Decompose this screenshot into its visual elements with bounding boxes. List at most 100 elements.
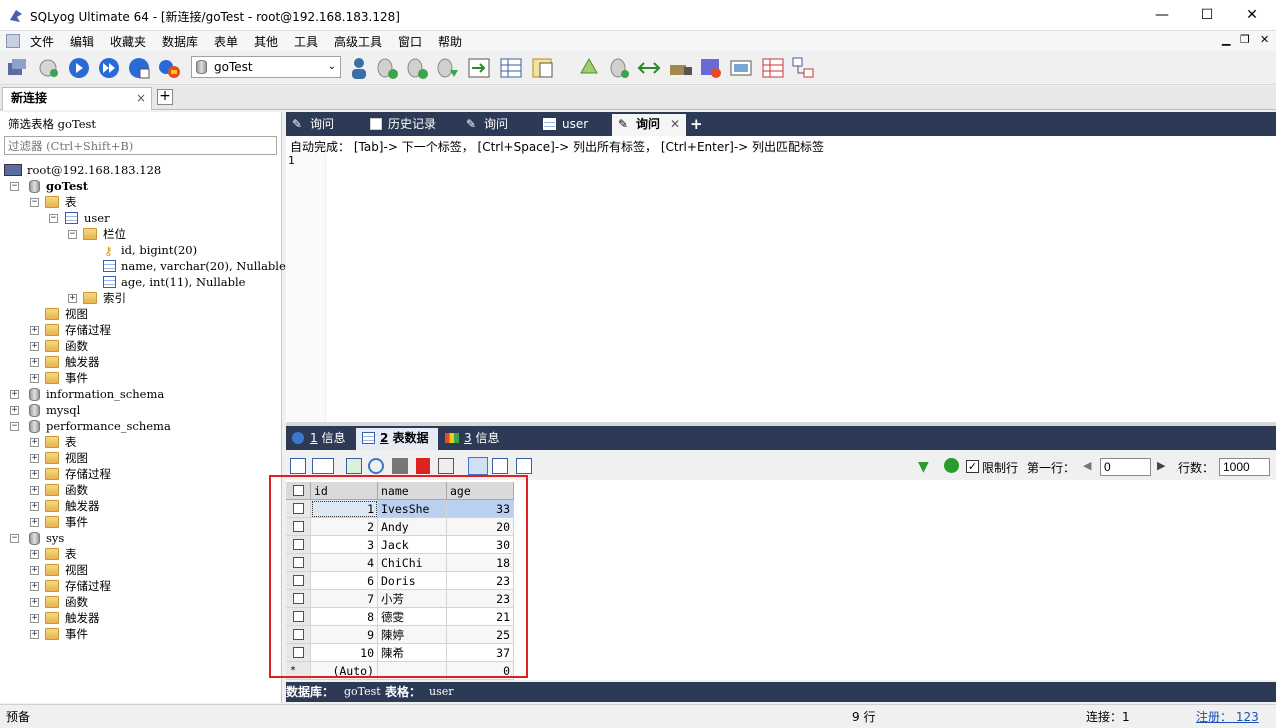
tab-query-active[interactable]: ✎ 询问 ✕	[612, 114, 686, 136]
tree-perf-triggers[interactable]: + 触发器	[0, 498, 282, 514]
mdi-minimize-icon[interactable]: ▁	[1222, 33, 1230, 46]
menu-file[interactable]: 文件	[30, 33, 54, 50]
menu-advanced-tools[interactable]: 高级工具	[334, 33, 382, 50]
table-data-icon[interactable]	[498, 55, 524, 81]
expand-icon[interactable]: +	[30, 358, 39, 367]
new-query-icon[interactable]	[36, 55, 62, 81]
stop-query-icon[interactable]	[156, 55, 182, 81]
tree-indexes-folder[interactable]: + 索引	[0, 290, 282, 306]
tab-user-table[interactable]: user	[538, 114, 610, 136]
menu-edit[interactable]: 编辑	[70, 33, 94, 50]
table-filter-input[interactable]	[4, 136, 277, 155]
expand-icon[interactable]: +	[30, 582, 39, 591]
tab-messages-1[interactable]: 1 信息	[286, 428, 354, 450]
tree-db-sys[interactable]: − sys	[0, 530, 282, 546]
next-page-button[interactable]: ▶	[1157, 459, 1171, 475]
tree-funcs-folder[interactable]: + 函数	[0, 338, 282, 354]
grid-view-icon[interactable]	[468, 457, 488, 475]
import-icon[interactable]	[466, 55, 492, 81]
sql-editor[interactable]	[286, 136, 1276, 422]
expand-icon[interactable]: +	[30, 326, 39, 335]
expand-icon[interactable]: +	[30, 342, 39, 351]
tree-sys-tables[interactable]: + 表	[0, 546, 282, 562]
tab-table-data[interactable]: 2 表数据	[356, 428, 438, 450]
tree-sys-events[interactable]: + 事件	[0, 626, 282, 642]
collapse-icon[interactable]: −	[68, 230, 77, 239]
refresh-data-icon[interactable]	[368, 458, 384, 474]
expand-icon[interactable]: +	[30, 374, 39, 383]
backup-icon[interactable]	[434, 55, 460, 81]
refresh-icon[interactable]	[944, 458, 959, 473]
tree-events-folder[interactable]: + 事件	[0, 370, 282, 386]
expand-icon[interactable]: +	[30, 566, 39, 575]
register-link[interactable]: 注册： 123	[1196, 705, 1259, 728]
form-view-icon[interactable]	[492, 458, 508, 474]
tab-history[interactable]: 历史记录	[364, 114, 460, 136]
tree-procs-folder[interactable]: + 存储过程	[0, 322, 282, 338]
close-icon[interactable]: ×	[136, 88, 146, 109]
expand-icon[interactable]: +	[30, 630, 39, 639]
tab-messages-3[interactable]: 3 信息	[440, 428, 504, 450]
tree-db-performance-schema[interactable]: − performance_schema	[0, 418, 282, 434]
tree-column-age[interactable]: age, int(11), Nullable	[0, 274, 282, 290]
tree-sys-triggers[interactable]: + 触发器	[0, 610, 282, 626]
menu-other[interactable]: 其他	[254, 33, 278, 50]
collapse-icon[interactable]: −	[49, 214, 58, 223]
mdi-close-icon[interactable]: ✕	[1260, 33, 1269, 46]
collapse-icon[interactable]: −	[10, 534, 19, 543]
tree-db-mysql[interactable]: + mysql	[0, 402, 282, 418]
collapse-icon[interactable]: −	[30, 198, 39, 207]
scheduled-jobs-icon[interactable]	[698, 55, 724, 81]
tab-query-1[interactable]: ✎ 询问	[286, 114, 364, 136]
close-tab-icon[interactable]: ✕	[670, 114, 680, 134]
maximize-button[interactable]: ☐	[1184, 0, 1230, 31]
text-view-icon[interactable]	[516, 458, 532, 474]
first-row-input[interactable]	[1100, 458, 1151, 476]
migration-icon[interactable]	[668, 55, 694, 81]
sync-icon[interactable]	[576, 55, 602, 81]
tree-perf-tables[interactable]: + 表	[0, 434, 282, 450]
tree-perf-views[interactable]: + 视图	[0, 450, 282, 466]
expand-icon[interactable]: +	[30, 550, 39, 559]
expand-icon[interactable]: +	[30, 614, 39, 623]
menu-table[interactable]: 表单	[214, 33, 238, 50]
delete-icon[interactable]	[416, 458, 430, 474]
tree-views-folder[interactable]: 视图	[0, 306, 282, 322]
tree-sys-funcs[interactable]: + 函数	[0, 594, 282, 610]
query-builder-icon[interactable]	[760, 55, 786, 81]
expand-icon[interactable]: +	[30, 518, 39, 527]
create-database-icon[interactable]	[374, 55, 400, 81]
connection-tab[interactable]: 新连接 ×	[2, 87, 152, 110]
add-connection-button[interactable]: +	[157, 89, 173, 105]
notifications-icon[interactable]	[728, 55, 754, 81]
expand-icon[interactable]: +	[30, 470, 39, 479]
schema-designer-icon[interactable]	[790, 55, 816, 81]
tree-db-gotest[interactable]: − goTest	[0, 178, 282, 194]
tree-column-name[interactable]: name, varchar(20), Nullable	[0, 258, 286, 274]
tree-perf-events[interactable]: + 事件	[0, 514, 282, 530]
collapse-icon[interactable]: −	[10, 182, 19, 191]
tree-table-user[interactable]: − user	[0, 210, 282, 226]
tree-tables-folder[interactable]: − 表	[0, 194, 282, 210]
expand-icon[interactable]: +	[30, 502, 39, 511]
import-data-icon[interactable]	[312, 458, 334, 474]
tree-server[interactable]: root@192.168.183.128	[0, 162, 282, 178]
expand-icon[interactable]: +	[68, 294, 77, 303]
schema-icon[interactable]	[530, 55, 556, 81]
tree-perf-procs[interactable]: + 存储过程	[0, 466, 282, 482]
close-button[interactable]: ✕	[1229, 0, 1275, 31]
database-select[interactable]: goTest ⌄	[191, 56, 341, 78]
save-icon[interactable]	[392, 458, 408, 474]
tree-sys-procs[interactable]: + 存储过程	[0, 578, 282, 594]
tree-db-information-schema[interactable]: + information_schema	[0, 386, 282, 402]
minimize-button[interactable]: —	[1139, 0, 1185, 31]
mdi-restore-icon[interactable]: ❐	[1240, 33, 1250, 46]
tree-triggers-folder[interactable]: + 触发器	[0, 354, 282, 370]
limit-rows-checkbox[interactable]: ✓	[966, 460, 979, 473]
menu-window[interactable]: 窗口	[398, 33, 422, 50]
filter-icon[interactable]: ▼	[918, 459, 929, 475]
expand-icon[interactable]: +	[30, 454, 39, 463]
execute-query-icon[interactable]	[66, 55, 92, 81]
cancel-changes-icon[interactable]	[438, 458, 454, 474]
tree-sys-views[interactable]: + 视图	[0, 562, 282, 578]
